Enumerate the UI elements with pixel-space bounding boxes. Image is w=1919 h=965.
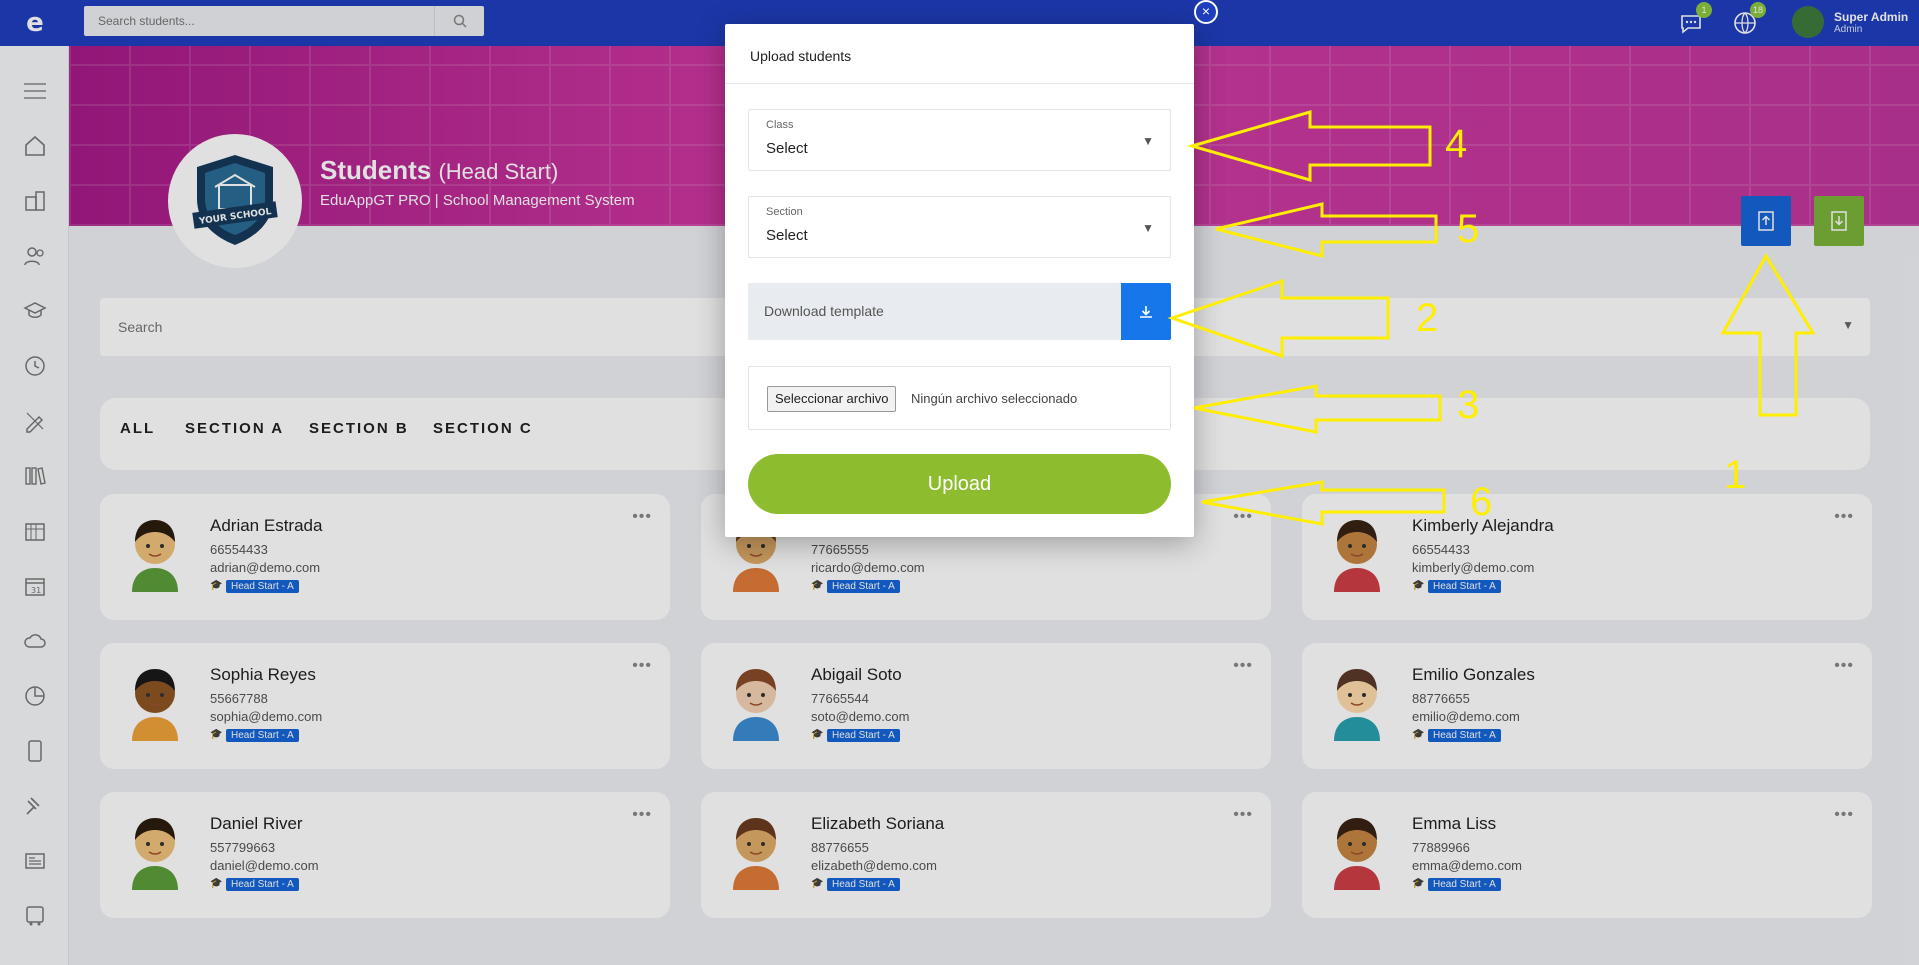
section-select[interactable]: Section Select ▼ — [748, 196, 1171, 258]
annotation-number-3: 3 — [1457, 383, 1480, 427]
class-select[interactable]: Class Select ▼ — [748, 109, 1171, 171]
modal-title: Upload students — [750, 48, 852, 64]
download-template-label: Download template — [764, 303, 884, 319]
class-value: Select — [766, 140, 808, 157]
choose-file-button[interactable]: Seleccionar archivo — [767, 386, 897, 412]
section-label: Section — [766, 206, 803, 218]
section-value: Select — [766, 227, 808, 244]
divider — [725, 83, 1194, 84]
download-template-row: Download template — [748, 283, 1171, 340]
annotation-number-5: 5 — [1457, 207, 1480, 251]
download-icon — [1140, 305, 1152, 318]
annotation-number-2: 2 — [1416, 296, 1439, 340]
chevron-down-icon: ▼ — [1142, 134, 1154, 148]
modal-close-button[interactable]: × — [1194, 0, 1218, 24]
file-status: Ningún archivo seleccionado — [911, 391, 1078, 406]
annotation-number-4: 4 — [1445, 122, 1468, 166]
annotation-number-1: 1 — [1724, 453, 1747, 497]
class-label: Class — [766, 119, 794, 131]
download-template-button[interactable] — [1121, 283, 1171, 340]
file-input-row: Seleccionar archivo Ningún archivo selec… — [748, 366, 1171, 430]
chevron-down-icon: ▼ — [1142, 221, 1154, 235]
upload-students-modal: Upload students Class Select ▼ Section S… — [725, 24, 1194, 537]
upload-button[interactable]: Upload — [748, 454, 1171, 514]
annotation-number-6: 6 — [1470, 480, 1493, 524]
